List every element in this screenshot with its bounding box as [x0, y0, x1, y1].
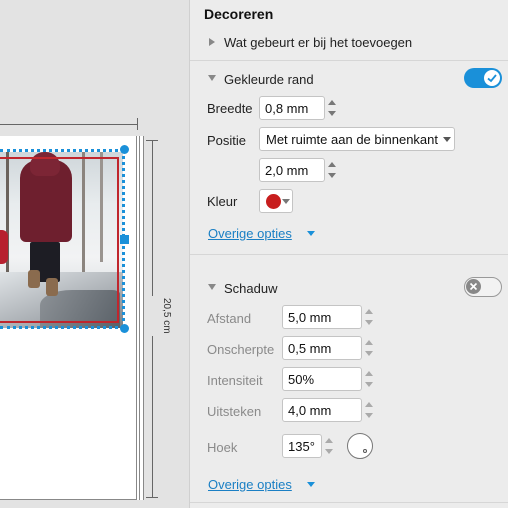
- spread-stepper[interactable]: [363, 399, 374, 421]
- selection-frame[interactable]: [0, 149, 125, 329]
- resize-handle-top-right[interactable]: [120, 145, 129, 154]
- photo-canvas[interactable]: 20,5 cm: [0, 0, 189, 508]
- toggle-knob: [466, 279, 481, 294]
- width-stepper[interactable]: [326, 97, 337, 119]
- intensity-field[interactable]: 50%: [282, 367, 362, 391]
- toggle-knob: [484, 70, 500, 86]
- angle-dial[interactable]: [347, 433, 373, 459]
- checkmark-icon: [487, 74, 497, 83]
- distance-stepper[interactable]: [363, 306, 374, 328]
- distance-field[interactable]: 5,0 mm: [282, 305, 362, 329]
- chevron-down-icon[interactable]: [307, 231, 315, 236]
- blur-stepper[interactable]: [363, 337, 374, 359]
- chevron-down-icon: [443, 137, 451, 142]
- ruler-tick: [146, 140, 158, 141]
- angle-label: Hoek: [207, 440, 238, 455]
- page-edge: [140, 136, 144, 500]
- angle-field[interactable]: 135°: [282, 434, 322, 458]
- chevron-down-icon: [282, 199, 290, 204]
- width-field[interactable]: 0,8 mm: [259, 96, 325, 120]
- collapse-arrow-icon[interactable]: [208, 75, 216, 81]
- colored-border-toggle[interactable]: [464, 68, 502, 88]
- spacing-field[interactable]: 2,0 mm: [259, 158, 325, 182]
- chevron-down-icon[interactable]: [307, 482, 315, 487]
- color-picker-button[interactable]: [259, 189, 293, 213]
- height-dimension-label: 20,5 cm: [152, 296, 172, 336]
- divider: [190, 502, 508, 503]
- more-options-link-border[interactable]: Overige opties: [208, 226, 292, 241]
- resize-handle-right[interactable]: [120, 235, 129, 244]
- color-swatch: [266, 194, 281, 209]
- more-options-link-shadow[interactable]: Overige opties: [208, 477, 292, 492]
- collapse-arrow-icon[interactable]: [208, 284, 216, 290]
- spread-label: Uitsteken: [207, 404, 262, 419]
- section-shadow: Schaduw: [224, 281, 278, 296]
- intensity-stepper[interactable]: [363, 368, 374, 390]
- color-label: Kleur: [207, 194, 238, 209]
- intensity-label: Intensiteit: [207, 373, 263, 388]
- decorate-panel: Decoreren Wat gebeurt er bij het toevoeg…: [189, 0, 508, 508]
- divider: [190, 60, 508, 61]
- shadow-toggle[interactable]: [464, 277, 502, 297]
- resize-handle-bottom-right[interactable]: [120, 324, 129, 333]
- panel-title: Decoreren: [204, 6, 274, 22]
- blur-field[interactable]: 0,5 mm: [282, 336, 362, 360]
- section-colored-border: Gekleurde rand: [224, 72, 314, 87]
- spacing-stepper[interactable]: [326, 159, 337, 181]
- close-icon: [469, 282, 478, 291]
- distance-label: Afstand: [207, 311, 252, 326]
- expand-arrow-icon[interactable]: [209, 38, 215, 46]
- ruler-tick: [146, 497, 158, 498]
- what-happens-link[interactable]: Wat gebeurt er bij het toevoegen: [224, 35, 412, 50]
- width-ruler: [0, 124, 138, 125]
- ruler-tick: [137, 118, 138, 130]
- position-select[interactable]: Met ruimte aan de binnenkant: [259, 127, 455, 151]
- spread-field[interactable]: 4,0 mm: [282, 398, 362, 422]
- angle-stepper[interactable]: [323, 435, 334, 457]
- position-label: Positie: [207, 133, 247, 148]
- blur-label: Onscherpte: [207, 342, 275, 357]
- width-label: Breedte: [207, 101, 253, 116]
- divider: [190, 254, 508, 255]
